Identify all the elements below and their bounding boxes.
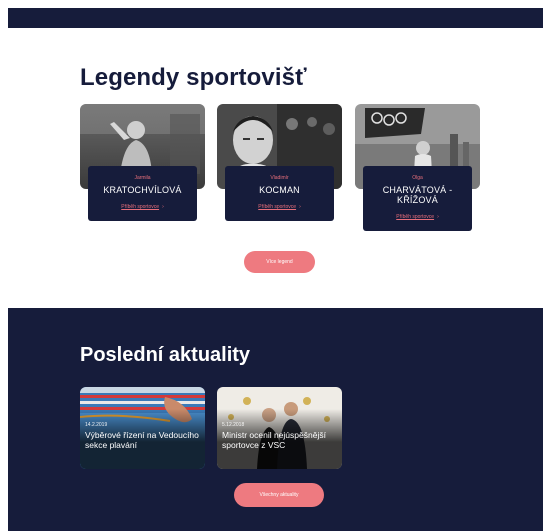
legend-info-box: Olga CHARVÁTOVÁ - KŘÍŽOVÁ Příběh sportov… — [363, 166, 472, 231]
news-headline: Výběrové řízení na Vedoucího sekce plavá… — [85, 430, 199, 450]
news-heading: Poslední aktuality — [80, 344, 251, 366]
chevron-right-icon: › — [162, 204, 164, 210]
news-date: 14.2.2019 — [85, 422, 108, 428]
legend-story-link[interactable]: Příběh sportovce › — [258, 204, 300, 210]
news-card[interactable]: 5.12.2018 Ministr ocenil nejúspěšnější s… — [217, 387, 342, 469]
legend-first-name: Vladimír — [270, 175, 289, 181]
legend-first-name: Jarmila — [134, 175, 151, 181]
legends-section: Legendy sportovišť Jarmila KRATOCHVÍLOVÁ… — [0, 28, 551, 308]
top-navigation-bar — [8, 8, 543, 28]
legend-info-box: Jarmila KRATOCHVÍLOVÁ Příběh sportovce › — [88, 166, 197, 221]
legend-story-link[interactable]: Příběh sportovce › — [121, 204, 163, 210]
chevron-right-icon: › — [299, 204, 301, 210]
legend-last-name: KOCMAN — [259, 185, 300, 195]
legend-first-name: Olga — [412, 175, 423, 181]
legend-story-link[interactable]: Příběh sportovce › — [396, 214, 438, 220]
news-card[interactable]: 14.2.2019 Výběrové řízení na Vedoucího s… — [80, 387, 205, 469]
legend-last-name: KRATOCHVÍLOVÁ — [103, 185, 182, 195]
legend-info-box: Vladimír KOCMAN Příběh sportovce › — [225, 166, 334, 221]
news-date: 5.12.2018 — [222, 422, 245, 428]
news-text: 5.12.2018 Ministr ocenil nejúspěšnější s… — [222, 422, 340, 450]
legend-last-name: CHARVÁTOVÁ - KŘÍŽOVÁ — [382, 185, 453, 205]
news-text: 14.2.2019 Výběrové řízení na Vedoucího s… — [85, 422, 203, 450]
news-headline: Ministr ocenil nejúspěšnější sportovce z… — [222, 430, 326, 450]
more-legends-button[interactable]: Více legend — [244, 251, 315, 273]
legends-heading: Legendy sportovišť — [80, 64, 307, 91]
all-news-button[interactable]: Všechny aktuality — [234, 483, 324, 507]
news-section: Poslední aktuality 14.2.2019 Výběrové ří… — [8, 308, 543, 531]
chevron-right-icon: › — [437, 214, 439, 220]
